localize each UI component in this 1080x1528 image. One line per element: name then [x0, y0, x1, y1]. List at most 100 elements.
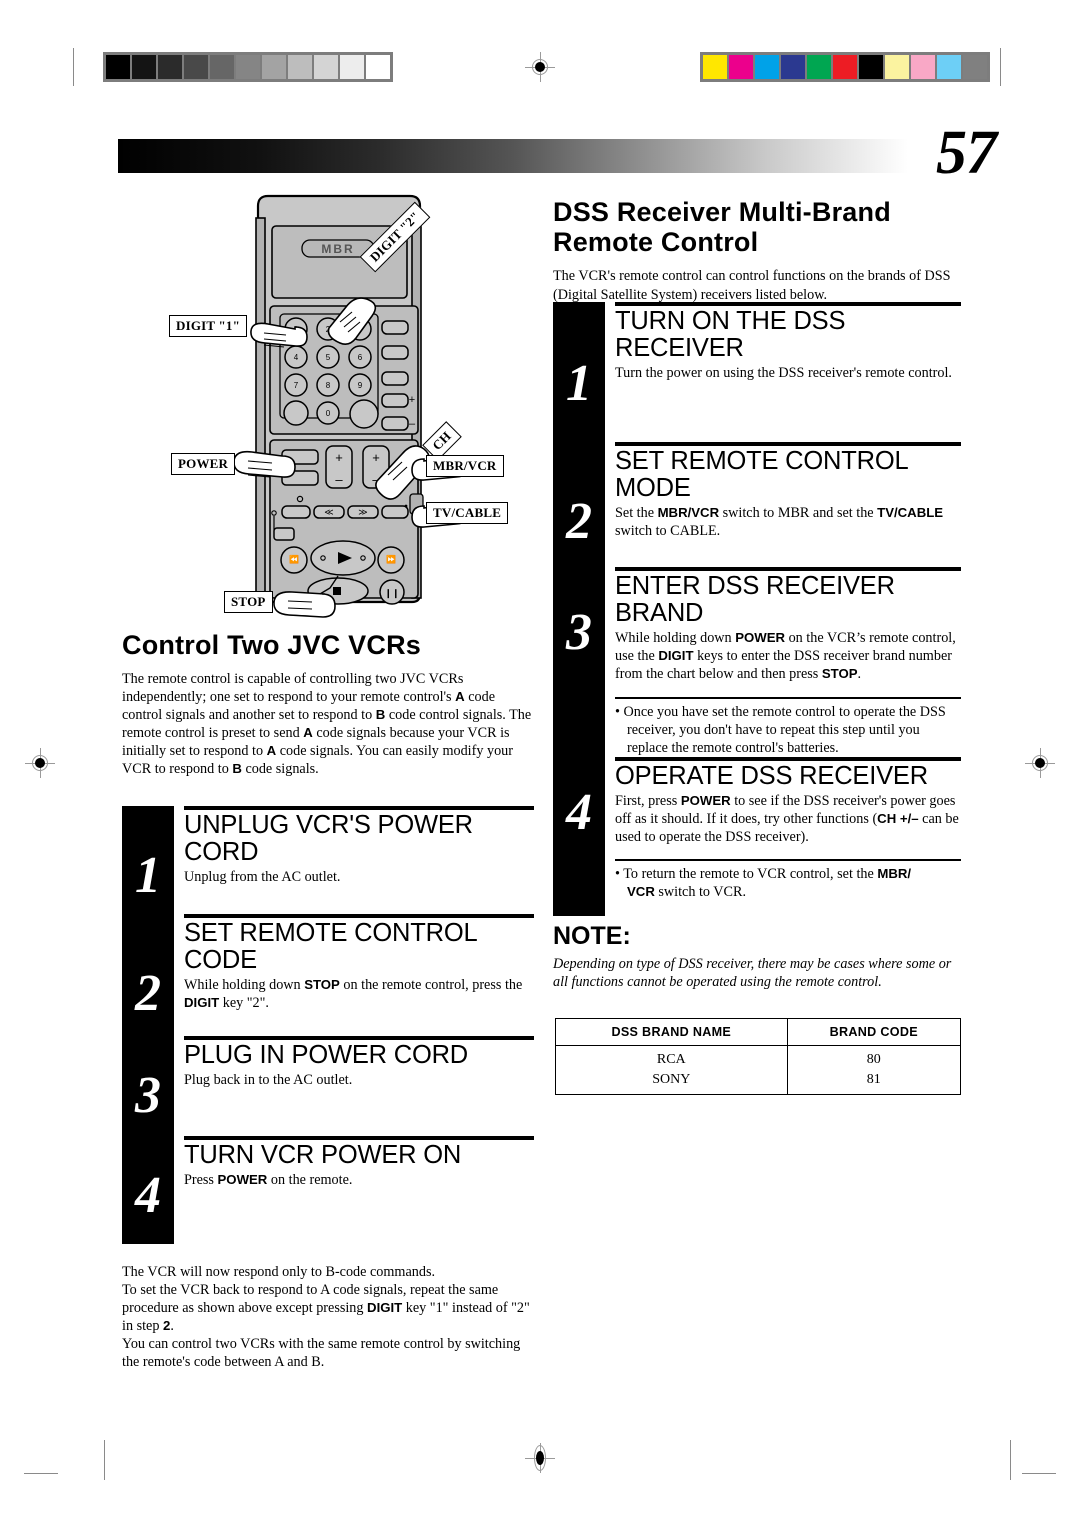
svg-text:⏩: ⏩	[386, 554, 396, 564]
right-step-3-heading: ENTER DSS RECEIVER BRAND	[615, 572, 895, 627]
gray-patch-10	[365, 54, 391, 80]
svg-text:6: 6	[358, 353, 363, 362]
registration-target-top	[525, 52, 555, 82]
crop-mark-bottom-left-h	[24, 1473, 58, 1475]
callout-mbr-vcr: MBR/VCR	[426, 455, 504, 477]
gray-patch-2	[157, 54, 183, 80]
color-patch-4	[806, 54, 832, 80]
remote-control-diagram: .body-fill { fill:#c8c8c8; stroke:#000; …	[233, 194, 471, 618]
right-step-2-number: 2	[566, 493, 592, 550]
left-step-1-number: 1	[135, 847, 161, 904]
gray-patch-9	[339, 54, 365, 80]
table-cell-brand-code-0: 80	[786, 1045, 962, 1070]
left-step-4-number: 4	[135, 1167, 161, 1224]
table-cell-brand-name-0: RCA	[555, 1045, 788, 1070]
left-step-4-heading: TURN VCR POWER ON	[184, 1141, 462, 1169]
left-closing-line-2: To set the VCR back to respond to A code…	[122, 1282, 530, 1335]
left-step-3-body: Plug back in to the AC outlet.	[184, 1071, 353, 1088]
registration-target-right	[1025, 748, 1055, 778]
gray-patch-4	[209, 54, 235, 80]
color-patch-8	[910, 54, 936, 80]
right-step-3-bullet: • Once you have set the remote control t…	[553, 697, 961, 757]
gray-patch-3	[183, 54, 209, 80]
right-step-2-heading: SET REMOTE CONTROL MODE	[615, 447, 908, 502]
right-step-4-heading: OPERATE DSS RECEIVER	[615, 762, 928, 790]
callout-power: POWER	[171, 453, 236, 475]
brand-code-table-wrapper: DSS BRAND NAME BRAND CODE RCA 80 SONY 81	[555, 1018, 962, 1095]
svg-text:7: 7	[294, 381, 299, 390]
left-intro-paragraph: The remote control is capable of control…	[122, 671, 532, 778]
right-step-2: 2 SET REMOTE CONTROL MODE Set the MBR/VC…	[553, 442, 961, 567]
svg-text:+: +	[372, 450, 380, 465]
brand-code-table: DSS BRAND NAME BRAND CODE RCA 80 SONY 81	[555, 1018, 962, 1095]
color-patch-5	[832, 54, 858, 80]
left-closing-line-1: The VCR will now respond only to B-code …	[122, 1264, 436, 1280]
right-step-1-heading: TURN ON THE DSS RECEIVER	[615, 307, 846, 362]
table-header-brand-code: BRAND CODE	[786, 1018, 962, 1046]
right-step-4-bullet: • To return the remote to VCR control, s…	[553, 859, 961, 909]
left-steps-block: 1 UNPLUG VCR'S POWER CORD Unplug from th…	[122, 806, 534, 1244]
svg-text:❙❙: ❙❙	[384, 588, 399, 599]
remote-display-label: MBR	[321, 242, 354, 256]
right-step-3: 3 ENTER DSS RECEIVER BRAND While holding…	[553, 567, 961, 697]
svg-text:+: +	[409, 394, 415, 406]
right-steps-block: 1 TURN ON THE DSS RECEIVER Turn the powe…	[553, 302, 961, 916]
left-step-2-body: While holding down STOP on the remote co…	[184, 976, 523, 1011]
registration-target-bottom	[525, 1443, 555, 1473]
left-step-2-number: 2	[135, 965, 161, 1022]
right-section-title-line-2: Remote Control	[553, 227, 759, 258]
left-step-3-number: 3	[135, 1067, 161, 1124]
right-section-title-line-1: DSS Receiver Multi-Brand	[553, 197, 891, 227]
right-step-1: 1 TURN ON THE DSS RECEIVER Turn the powe…	[553, 302, 961, 442]
svg-text:–: –	[409, 418, 416, 430]
right-step-1-number: 1	[566, 355, 592, 412]
pointing-hand-power	[233, 450, 296, 478]
svg-text:4: 4	[294, 353, 299, 362]
right-step-4: 4 OPERATE DSS RECEIVER First, press POWE…	[553, 757, 961, 859]
svg-text:+: +	[335, 450, 343, 465]
color-calibration-bar	[700, 52, 990, 82]
right-intro-paragraph: The VCR's remote control can control fun…	[553, 268, 951, 303]
color-patch-0	[702, 54, 728, 80]
grayscale-calibration-wedge	[103, 52, 393, 82]
table-row: RCA 80	[555, 1045, 962, 1070]
left-section-title: Control Two JVC VCRs	[122, 630, 422, 660]
svg-text:⏪: ⏪	[289, 554, 299, 564]
remote-control-illustration: .body-fill { fill:#c8c8c8; stroke:#000; …	[160, 188, 540, 628]
color-patch-10	[962, 54, 988, 80]
svg-text:9: 9	[358, 381, 363, 390]
callout-digit-1: DIGIT "1"	[169, 315, 248, 337]
svg-text:–: –	[335, 472, 343, 487]
color-patch-1	[728, 54, 754, 80]
gray-patch-6	[261, 54, 287, 80]
left-column: Control Two JVC VCRs The remote control …	[122, 630, 534, 778]
right-step-3-number: 3	[566, 604, 592, 661]
gray-patch-7	[287, 54, 313, 80]
note-heading: NOTE:	[553, 922, 631, 950]
gray-patch-8	[313, 54, 339, 80]
right-step-4-number: 4	[566, 784, 592, 841]
left-closing-paragraph: The VCR will now respond only to B-code …	[122, 1263, 534, 1371]
svg-text:0: 0	[326, 409, 331, 418]
color-patch-2	[754, 54, 780, 80]
left-step-1-body: Unplug from the AC outlet.	[184, 868, 341, 885]
gray-patch-1	[131, 54, 157, 80]
svg-text:8: 8	[326, 381, 331, 390]
crop-mark-top-right	[1000, 48, 1002, 86]
crop-mark-top-left	[73, 48, 75, 86]
color-patch-6	[858, 54, 884, 80]
right-step-3-bullet-text: • Once you have set the remote control t…	[615, 704, 946, 757]
color-patch-3	[780, 54, 806, 80]
note-body: Depending on type of DSS receiver, there…	[553, 956, 952, 991]
right-step-4-body: First, press POWER to see if the DSS rec…	[615, 792, 959, 845]
crop-mark-bottom-right-h	[1022, 1473, 1056, 1475]
table-cell-brand-name-1: SONY	[555, 1070, 788, 1095]
left-step-2-heading: SET REMOTE CONTROL CODE	[184, 919, 477, 974]
left-step-4: 4 TURN VCR POWER ON Press POWER on the r…	[122, 1136, 534, 1244]
right-step-4-bullet-text: • To return the remote to VCR control, s…	[615, 866, 912, 901]
registration-target-left	[25, 748, 55, 778]
color-patch-7	[884, 54, 910, 80]
left-step-3-heading: PLUG IN POWER CORD	[184, 1041, 469, 1069]
left-closing-line-3: You can control two VCRs with the same r…	[122, 1336, 521, 1371]
gray-patch-5	[235, 54, 261, 80]
